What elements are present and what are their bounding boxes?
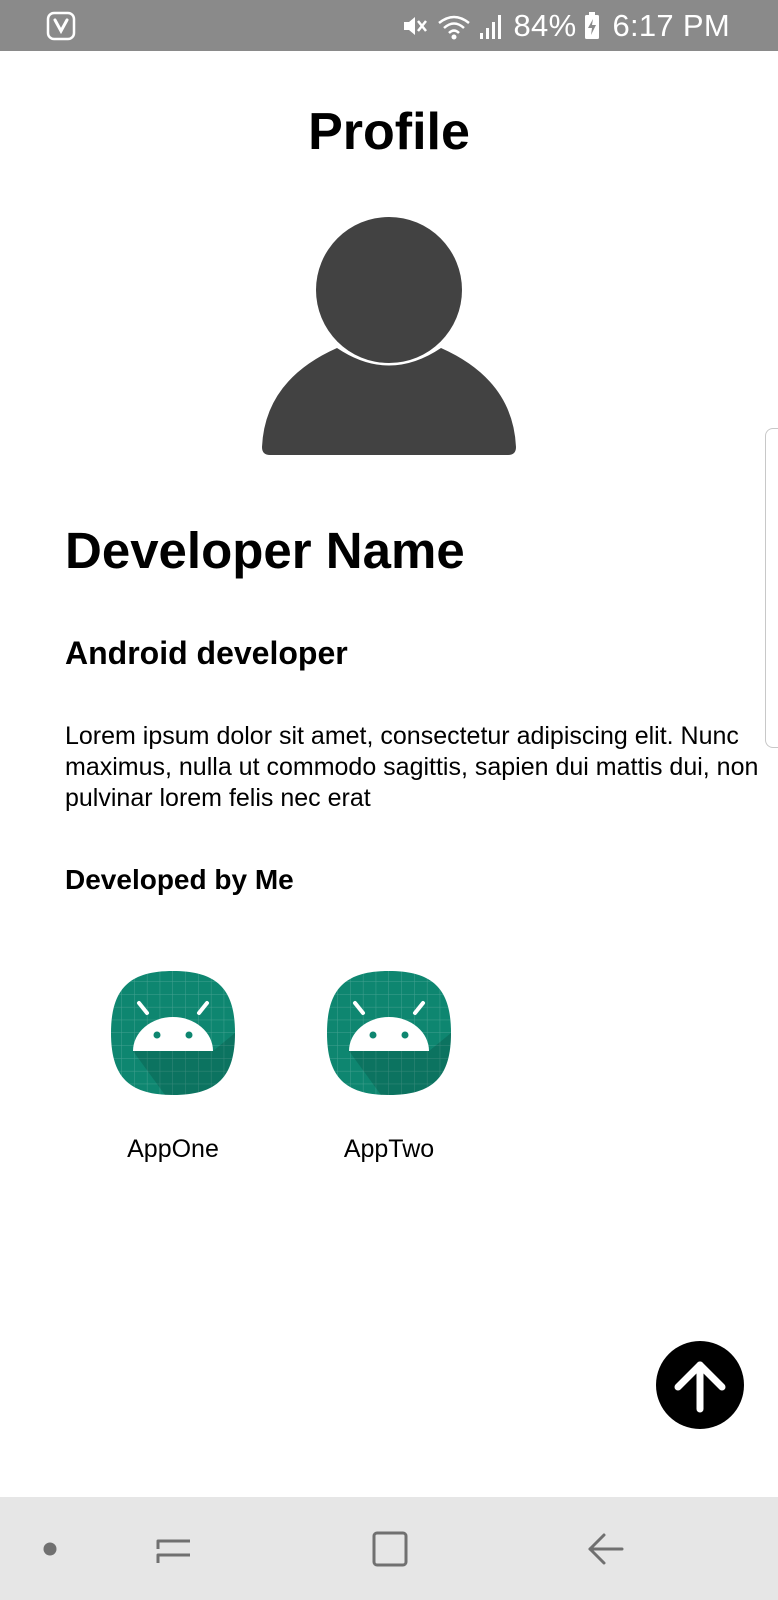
- system-nav-bar: [0, 1497, 778, 1600]
- home-icon: [372, 1531, 408, 1566]
- recent-apps-icon: [156, 1539, 190, 1563]
- mute-icon: [404, 16, 428, 35]
- home-button[interactable]: [360, 1497, 420, 1600]
- app-item-apptwo[interactable]: AppTwo: [289, 969, 489, 1164]
- back-button[interactable]: [576, 1497, 636, 1600]
- apps-section-heading: Developed by Me: [65, 864, 294, 895]
- android-app-icon: [327, 971, 451, 1095]
- developer-name: Developer Name: [65, 522, 465, 579]
- app-item-appone[interactable]: AppOne: [73, 969, 273, 1164]
- signal-icon: [480, 14, 502, 39]
- nav-dot-button[interactable]: [30, 1497, 70, 1600]
- wifi-icon: [438, 15, 471, 39]
- battery-charging-icon: [585, 11, 600, 39]
- app-label: AppTwo: [343, 1135, 435, 1163]
- edge-panel-handle[interactable]: [765, 428, 778, 748]
- clock: 6:17 PM: [612, 7, 730, 43]
- app-label: AppOne: [127, 1135, 219, 1163]
- battery-percent: 84%: [513, 7, 577, 43]
- status-bar: 84% 6:17 PM: [0, 0, 778, 51]
- dot-icon: [43, 1542, 57, 1555]
- scroll-to-top-button[interactable]: [656, 1341, 744, 1429]
- arrow-up-icon: [674, 1361, 726, 1413]
- developer-role: Android developer: [65, 635, 348, 671]
- back-icon: [588, 1533, 624, 1564]
- android-app-icon: [111, 971, 235, 1095]
- page-title: Profile: [308, 103, 470, 161]
- app-notification-icon: [46, 11, 76, 41]
- status-icons: 84% 6:17 PM: [399, 0, 730, 51]
- developer-bio: Lorem ipsum dolor sit amet, consectetur …: [65, 722, 759, 812]
- recent-apps-button[interactable]: [144, 1497, 204, 1600]
- person-silhouette-icon: [262, 217, 516, 455]
